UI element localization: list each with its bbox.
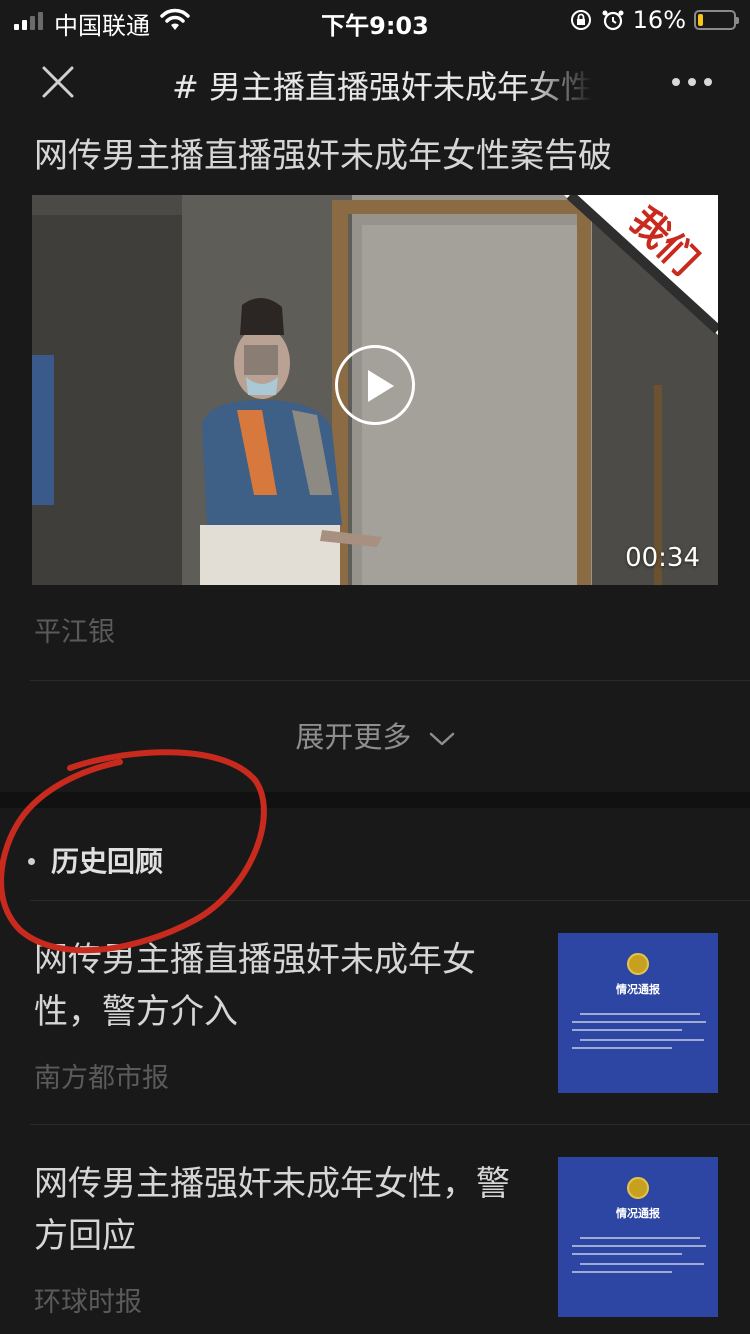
- play-icon[interactable]: [335, 345, 415, 425]
- news-title: 网传男主播直播强奸未成年女性，警方介入: [34, 940, 476, 1032]
- more-dots-icon[interactable]: [672, 78, 712, 86]
- alarm-icon: [602, 10, 624, 31]
- thumbnail-title: 情况通报: [616, 983, 660, 996]
- video-duration: 00:34: [625, 543, 700, 573]
- rotation-lock-icon: [570, 10, 591, 30]
- battery-level: [698, 14, 703, 26]
- news-title: 网传男主播强奸未成年女性，警方回应: [34, 1164, 510, 1256]
- article-headline[interactable]: 网传男主播直播强奸未成年女性案告破: [34, 128, 612, 177]
- divider: [30, 680, 750, 681]
- history-section-label: 历史回顾: [51, 845, 164, 878]
- news-source: 南方都市报: [34, 1063, 169, 1094]
- close-icon[interactable]: [38, 62, 78, 102]
- chevron-down-icon: [429, 732, 454, 746]
- bullet-icon: [28, 857, 35, 865]
- battery-percent: 16%: [632, 6, 686, 34]
- news-thumbnail: 情况通报: [558, 1157, 718, 1317]
- police-emblem-icon: [627, 1177, 649, 1199]
- section-separator: [0, 792, 750, 808]
- news-source: 环球时报: [34, 1287, 142, 1318]
- video-player[interactable]: 我们 00:34: [32, 195, 718, 585]
- divider: [30, 1124, 750, 1125]
- status-bar: 中国联通 下午9:03 16%: [0, 0, 750, 40]
- divider: [30, 900, 750, 901]
- news-thumbnail: 情况通报: [558, 933, 718, 1093]
- history-section-title: 历史回顾: [28, 840, 163, 880]
- article-source: 平江银: [34, 617, 115, 648]
- expand-more-button[interactable]: 展开更多: [0, 714, 750, 756]
- nav-bar: # 男主播直播强奸未成年女性: [0, 40, 750, 128]
- thumbnail-title: 情况通报: [616, 1207, 660, 1220]
- battery-icon: [694, 10, 739, 30]
- nav-title: # 男主播直播强奸未成年女性: [172, 68, 592, 106]
- expand-more-label: 展开更多: [295, 720, 412, 754]
- police-emblem-icon: [627, 953, 649, 975]
